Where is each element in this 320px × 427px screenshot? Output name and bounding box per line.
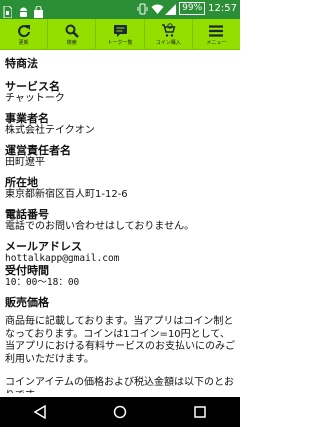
chat-list-button[interactable]: トーク一覧 xyxy=(96,19,145,49)
section-value: チャットーク xyxy=(5,93,65,104)
price-heading: 販売価格 xyxy=(5,296,49,309)
status-bar: 99% 12:57 xyxy=(0,0,240,19)
menu-button[interactable]: メニュー xyxy=(193,19,240,49)
section-heading: 運営責任者名 xyxy=(5,144,71,157)
section-heading: 電話番号 xyxy=(5,208,49,221)
menu-icon xyxy=(208,23,224,39)
section-value: 田町遼平 xyxy=(5,157,45,168)
section-heading: 所在地 xyxy=(5,176,38,189)
vibrate-icon xyxy=(137,3,148,15)
app-toolbar: 更新 検索 トーク一覧 コイン購入 メニュー xyxy=(0,19,240,50)
section-value: 10：00〜18：00 xyxy=(5,277,80,288)
coin-purchase-button[interactable]: コイン購入 xyxy=(145,19,193,49)
back-icon[interactable] xyxy=(28,400,52,424)
wifi-icon xyxy=(151,3,164,15)
refresh-button-label: 更新 xyxy=(18,39,29,46)
search-icon xyxy=(64,23,80,39)
section-heading: サービス名 xyxy=(5,80,60,93)
business-name-section: 事業者名 株式会社テイクオン xyxy=(5,113,237,137)
battery-icon: 99% xyxy=(179,2,206,15)
section-heading: 事業者名 xyxy=(5,112,49,125)
android-icon xyxy=(18,3,29,17)
bag-icon xyxy=(33,3,44,18)
chat-list-button-label: トーク一覧 xyxy=(107,39,133,46)
refresh-icon xyxy=(16,23,32,39)
manager-name-section: 運営責任者名 田町遼平 xyxy=(5,145,237,169)
recent-apps-icon[interactable] xyxy=(188,400,212,424)
price-description: 商品毎に記載しております。当アプリはコイン制となっております。コインは1コイン=… xyxy=(5,316,235,365)
section-value: 電話でのお問い合わせはしておりません。 xyxy=(5,221,195,232)
section-value: 株式会社テイクオン xyxy=(5,125,95,136)
section-heading: メールアドレス xyxy=(5,240,82,253)
email-section: メールアドレス hottalkapp@gmail.com xyxy=(5,241,237,265)
search-button-label: 検索 xyxy=(66,39,77,46)
coin-price-description: コインアイテムの価格および税込金額は以下のとおりです。 xyxy=(5,377,234,393)
service-name-section: サービス名 チャットーク xyxy=(5,81,237,105)
sim-card-icon xyxy=(3,3,14,19)
search-button[interactable]: 検索 xyxy=(48,19,97,49)
section-heading: 受付時間 xyxy=(5,264,49,277)
home-icon[interactable] xyxy=(108,400,132,424)
coin-purchase-button-label: コイン購入 xyxy=(155,39,181,46)
address-section: 所在地 東京都新宿区百人町1-12-6 xyxy=(5,177,237,201)
hours-section: 受付時間 10：00〜18：00 xyxy=(5,265,237,289)
menu-button-label: メニュー xyxy=(206,39,227,46)
section-value: 東京都新宿区百人町1-12-6 xyxy=(5,189,128,200)
clock: 12:57 xyxy=(208,3,237,14)
legal-notice-content: 特商法 サービス名 チャットーク 事業者名 株式会社テイクオン 運営責任者名 田… xyxy=(5,53,237,393)
page-title: 特商法 xyxy=(5,57,38,70)
navigation-bar xyxy=(0,397,240,427)
coin-purchase-icon xyxy=(160,23,176,39)
signal-icon xyxy=(165,3,177,15)
chat-list-icon xyxy=(112,23,128,39)
phone-section: 電話番号 電話でのお問い合わせはしておりません。 xyxy=(5,209,237,233)
refresh-button[interactable]: 更新 xyxy=(0,19,49,49)
